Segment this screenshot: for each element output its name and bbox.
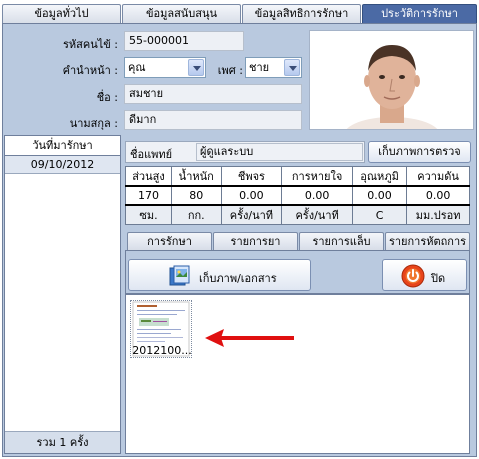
save-exam-image-button[interactable]: เก็บภาพการตรวจ [368,141,471,163]
vitals-unit-respiration: ครั้ง/นาที [281,204,353,225]
doctor-label: ชื่อแพทย์ [130,148,173,161]
doctor-name-field[interactable]: ผู้ดูแลระบบ [196,143,363,161]
close-button[interactable]: ปิด [382,259,467,291]
gender-value: ชาย [249,61,270,74]
vitals-header-weight: น้ำหนัก [170,166,222,187]
vitals-header-height: ส่วนสูง [125,166,172,187]
doctor-row: ชื่อแพทย์ ผู้ดูแลระบบ [125,141,365,163]
tab-treatment-history[interactable]: ประวัติการรักษา [362,4,477,23]
vitals-header-respiration: การหายใจ [281,166,353,187]
vitals-unit-height: ซม. [125,204,172,225]
visit-total: รวม 1 ครั้ง [5,431,120,453]
prefix-value: คุณ [128,61,146,74]
vitals-unit-pulse: ครั้ง/นาที [220,204,283,225]
vitals-unit-temperature: C [351,204,408,225]
tab-treatment-rights[interactable]: ข้อมูลสิทธิการรักษา [242,4,361,23]
prefix-label: คำนำหน้า : [62,64,118,77]
vitals-value-weight[interactable]: 80 [170,185,222,206]
patient-face-image [310,31,473,153]
save-image-document-label: เก็บภาพ/เอกสาร [199,272,277,285]
vitals-header-pressure: ความดัน [406,166,470,187]
gender-select[interactable]: ชาย [245,57,302,78]
red-arrow-annotation [205,329,294,347]
visit-date-header: วันที่มารักษา [5,136,120,156]
last-name-label: นามสกุล : [69,117,118,130]
vitals-unit-weight: กก. [170,204,222,225]
chevron-down-icon[interactable] [188,59,204,76]
vitals-table: ส่วนสูง น้ำหนัก ชีพจร การหายใจ อุณหภูมิ … [125,166,470,225]
list-item[interactable]: 09/10/2012 [5,156,120,174]
subtab-treatment[interactable]: การรักษา [127,232,212,250]
user-code-label: รหัสคนไข้ : [62,38,118,51]
document-thumbnail-area: 2012100... [125,294,470,454]
last-name-field[interactable]: ดีมาก [124,110,302,130]
vitals-value-pressure[interactable]: 0.00 [406,185,470,206]
thumbnail-caption: 2012100... [132,344,192,357]
patient-photo [309,30,474,153]
prefix-select[interactable]: คุณ [124,57,206,78]
subtab-medications[interactable]: รายการยา [213,232,298,250]
vitals-value-height[interactable]: 170 [125,185,172,206]
vitals-header-pulse: ชีพจร [220,166,283,187]
power-icon [401,264,425,288]
vitals-value-pulse[interactable]: 0.00 [220,185,283,206]
vitals-header-temperature: อุณหภูมิ [351,166,408,187]
first-name-label: ชื่อ : [96,91,118,104]
chevron-down-icon[interactable] [284,59,300,76]
tab-general-info[interactable]: ข้อมูลทั่วไป [2,4,121,23]
gender-label: เพศ : [217,64,243,77]
first-name-field[interactable]: สมชาย [124,84,302,104]
photo-album-icon [169,265,191,287]
tab-support-info[interactable]: ข้อมูลสนับสนุน [122,4,241,23]
subtab-procedures[interactable]: รายการหัตถการ [385,232,470,250]
vitals-unit-pressure: มม.ปรอท [406,204,470,225]
save-image-document-button[interactable]: เก็บภาพ/เอกสาร [128,259,311,291]
user-code-field[interactable]: 55-000001 [124,31,244,51]
vitals-value-respiration[interactable]: 0.00 [281,185,353,206]
close-label: ปิด [431,272,446,285]
subtab-lab[interactable]: รายการแล็บ [299,232,384,250]
vitals-value-temperature[interactable]: 0.00 [351,185,408,206]
visit-date-list: วันที่มารักษา 09/10/2012 รวม 1 ครั้ง [4,135,121,454]
